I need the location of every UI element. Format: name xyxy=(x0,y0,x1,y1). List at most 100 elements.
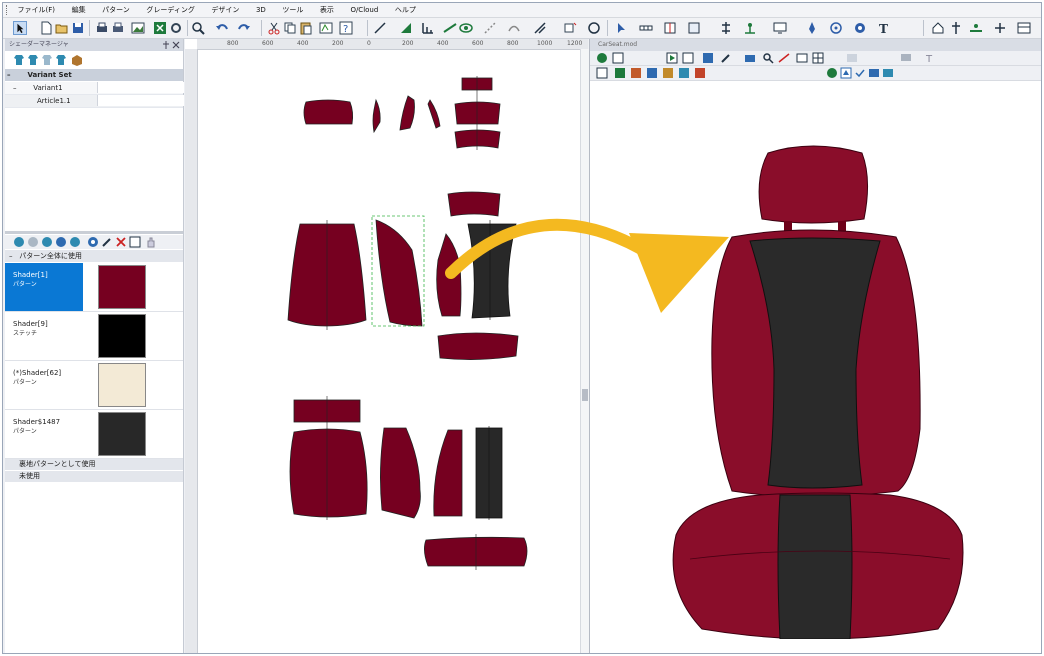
pattern-piece[interactable] xyxy=(427,99,441,129)
undo-icon[interactable] xyxy=(215,21,229,35)
target-icon[interactable] xyxy=(829,21,843,35)
help-icon[interactable]: ? xyxy=(339,21,353,35)
panel-pin-icon[interactable] xyxy=(162,41,170,49)
view-icon[interactable] xyxy=(796,52,808,64)
box-icon[interactable] xyxy=(71,54,83,66)
section-collapse-icon[interactable]: – xyxy=(9,250,17,262)
menu-file[interactable]: ファイル(F) xyxy=(18,3,56,17)
shader-pick-icon[interactable] xyxy=(101,236,113,248)
seam-tool-icon[interactable] xyxy=(507,21,521,35)
check-icon[interactable] xyxy=(854,67,866,79)
shirt-icon[interactable] xyxy=(13,54,25,66)
shader-new-icon[interactable] xyxy=(13,236,25,248)
save-icon[interactable] xyxy=(71,21,85,35)
pattern-pieces-canvas[interactable] xyxy=(198,50,587,652)
notch-tool-icon[interactable] xyxy=(639,21,653,35)
hand-icon[interactable] xyxy=(145,236,157,248)
excel-export-icon[interactable] xyxy=(153,21,167,35)
text-tool-icon[interactable]: T xyxy=(877,21,891,35)
image-export-icon[interactable] xyxy=(131,21,145,35)
shader-swatch[interactable] xyxy=(98,412,146,456)
grading-icon[interactable] xyxy=(533,21,547,35)
menu-ocloud[interactable]: O/Cloud xyxy=(350,3,378,17)
seat-insert[interactable] xyxy=(777,494,853,639)
print-icon[interactable] xyxy=(95,21,109,35)
measure-3d-icon[interactable] xyxy=(778,52,790,64)
panel-splitter[interactable] xyxy=(5,231,183,234)
symmetric-tool-icon[interactable] xyxy=(663,21,677,35)
variant-collapse-icon[interactable]: – xyxy=(13,82,21,94)
split-tool-icon[interactable] xyxy=(719,21,733,35)
pattern-piece[interactable] xyxy=(372,98,381,134)
new-file-icon[interactable] xyxy=(39,21,53,35)
frame-icon[interactable] xyxy=(596,67,608,79)
redo-icon[interactable] xyxy=(237,21,251,35)
monitor-icon[interactable] xyxy=(773,21,787,35)
menu-edit[interactable]: 編集 xyxy=(72,3,86,17)
shader-link-icon[interactable] xyxy=(55,236,67,248)
avatar-icon[interactable] xyxy=(846,52,858,64)
panel-close-icon[interactable] xyxy=(172,41,180,49)
menu-3d[interactable]: 3D xyxy=(256,3,266,17)
pattern-piece[interactable] xyxy=(303,99,354,125)
shirt-add-icon[interactable] xyxy=(27,54,39,66)
search-3d-icon[interactable] xyxy=(762,52,774,64)
shader-copy-icon[interactable] xyxy=(27,236,39,248)
headrest[interactable] xyxy=(758,145,869,224)
globe-icon[interactable] xyxy=(853,21,867,35)
article-row[interactable]: Article1.1 xyxy=(5,95,184,108)
settings-icon[interactable] xyxy=(169,21,183,35)
pattern-piece[interactable] xyxy=(399,95,415,131)
baseline-tool-icon[interactable] xyxy=(969,21,983,35)
pen-tool-icon[interactable] xyxy=(805,21,819,35)
wire-icon[interactable] xyxy=(646,67,658,79)
shader-delete-icon[interactable] xyxy=(115,236,127,248)
variant-value-cell[interactable] xyxy=(97,82,184,93)
eye-icon[interactable] xyxy=(459,21,473,35)
menu-grading[interactable]: グレーディング xyxy=(146,3,195,17)
vertical-scrollbar[interactable] xyxy=(580,49,589,653)
stitch-tool-icon[interactable] xyxy=(483,21,497,35)
reset-icon[interactable] xyxy=(682,52,694,64)
copy-icon[interactable] xyxy=(283,21,297,35)
collapse-icon[interactable]: – xyxy=(7,69,15,81)
pattern-piece[interactable] xyxy=(433,429,463,517)
menu-help[interactable]: ヘルプ xyxy=(395,3,416,17)
point-tool-icon[interactable] xyxy=(743,21,757,35)
pattern-edit-icon[interactable] xyxy=(319,21,333,35)
light-icon[interactable] xyxy=(662,67,674,79)
mirror-tool-icon[interactable] xyxy=(687,21,701,35)
variant-row[interactable]: – Variant1 xyxy=(5,82,184,95)
display-icon[interactable] xyxy=(900,52,912,64)
scrollbar-thumb[interactable] xyxy=(582,389,588,401)
line-tool-icon[interactable] xyxy=(373,21,387,35)
viewport-tab[interactable]: CarSeat.mod xyxy=(590,39,1041,51)
text-3d-icon[interactable]: T xyxy=(924,52,936,64)
menu-tools[interactable]: ツール xyxy=(282,3,303,17)
shader-merge-icon[interactable] xyxy=(69,236,81,248)
shader-row[interactable]: Shader[1] パターン xyxy=(5,263,183,312)
shirt-copy-icon[interactable] xyxy=(41,54,53,66)
open-folder-icon[interactable] xyxy=(55,21,69,35)
shader-apply-icon[interactable] xyxy=(41,236,53,248)
recycle-icon[interactable] xyxy=(596,52,608,64)
printer-setup-icon[interactable] xyxy=(111,21,125,35)
material-icon[interactable] xyxy=(678,67,690,79)
pattern-piece[interactable] xyxy=(289,428,368,518)
section-fabric[interactable]: 裏地パターンとして使用 xyxy=(5,459,183,470)
layout-3d-icon[interactable] xyxy=(702,52,714,64)
cube-icon[interactable] xyxy=(840,67,852,79)
shader-row[interactable]: Shader$1487 パターン xyxy=(5,410,183,459)
cut-icon[interactable] xyxy=(267,21,281,35)
camera-icon[interactable] xyxy=(744,52,756,64)
section-unused[interactable]: 未使用 xyxy=(5,471,183,482)
grid-3d-icon[interactable] xyxy=(812,52,824,64)
fill-tool-icon[interactable] xyxy=(399,21,413,35)
shader-row[interactable]: (*)Shader[62] パターン xyxy=(5,361,183,410)
article-value-cell[interactable] xyxy=(97,95,184,106)
grid-tool-icon[interactable] xyxy=(421,21,435,35)
pattern-piece[interactable] xyxy=(437,332,519,360)
pattern-piece[interactable] xyxy=(380,427,421,519)
shader-export-icon[interactable] xyxy=(129,236,141,248)
fullscreen-icon[interactable] xyxy=(882,67,894,79)
